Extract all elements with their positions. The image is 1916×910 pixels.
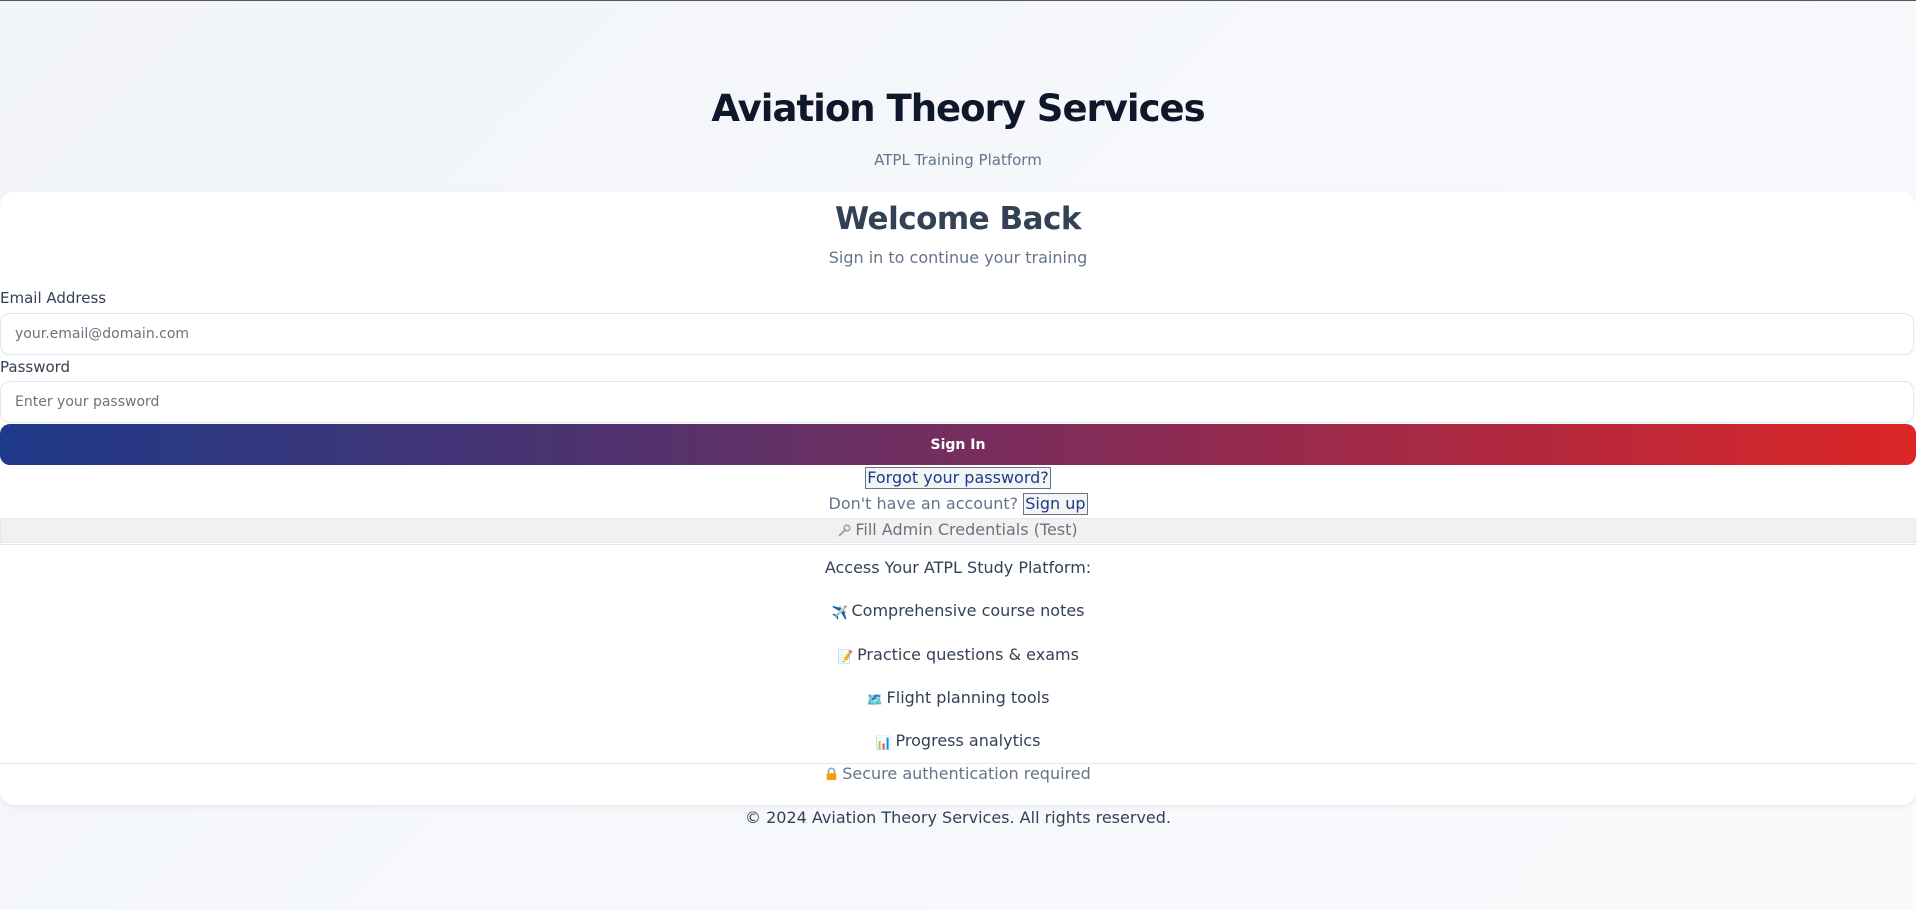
feature-item: 📊 Progress analytics [0,731,1916,751]
fill-admin-credentials-button[interactable]: Fill Admin Credentials (Test) [0,518,1916,543]
feature-item: 📝 Practice questions & exams [0,645,1916,665]
sign-up-link[interactable]: Sign up [1023,493,1088,515]
app-subtitle: ATPL Training Platform [874,151,1042,169]
signup-prompt: Don't have an account? [828,494,1019,513]
bar-chart-icon: 📊 [875,736,892,751]
sign-in-button[interactable]: Sign In [0,424,1916,465]
feature-item: 🗺️ Flight planning tools [0,688,1916,708]
forgot-password-link[interactable]: Forgot your password? [865,467,1051,489]
feature-label: Progress analytics [895,731,1041,750]
fill-admin-label: Fill Admin Credentials (Test) [855,520,1078,539]
feature-label: Comprehensive course notes [851,601,1085,620]
wrench-icon [838,524,851,537]
map-icon: 🗺️ [866,693,883,708]
password-label: Password [0,358,71,376]
email-field[interactable] [0,313,1914,355]
forgot-row: Forgot your password? [0,467,1916,489]
footer-copyright: © 2024 Aviation Theory Services. All rig… [745,808,1171,827]
lock-icon [826,767,837,781]
password-field[interactable] [0,381,1914,423]
features-heading: Access Your ATPL Study Platform: [824,558,1092,577]
feature-label: Flight planning tools [886,688,1050,707]
card-title: Welcome Back [834,201,1082,237]
memo-icon: 📝 [837,650,854,665]
login-card: Welcome Back Sign in to continue your tr… [0,192,1916,805]
secure-note-text: Secure authentication required [842,764,1091,783]
card-subtitle: Sign in to continue your training [828,248,1088,267]
feature-label: Practice questions & exams [857,645,1079,664]
features-section: Access Your ATPL Study Platform: ✈️ Compr… [0,544,1916,764]
signup-row: Don't have an account? Sign up [0,493,1916,515]
app-title: Aviation Theory Services [711,87,1205,130]
email-label: Email Address [0,289,107,307]
secure-note: Secure authentication required [0,764,1916,783]
feature-item: ✈️ Comprehensive course notes [0,601,1916,621]
airplane-icon: ✈️ [831,606,848,621]
